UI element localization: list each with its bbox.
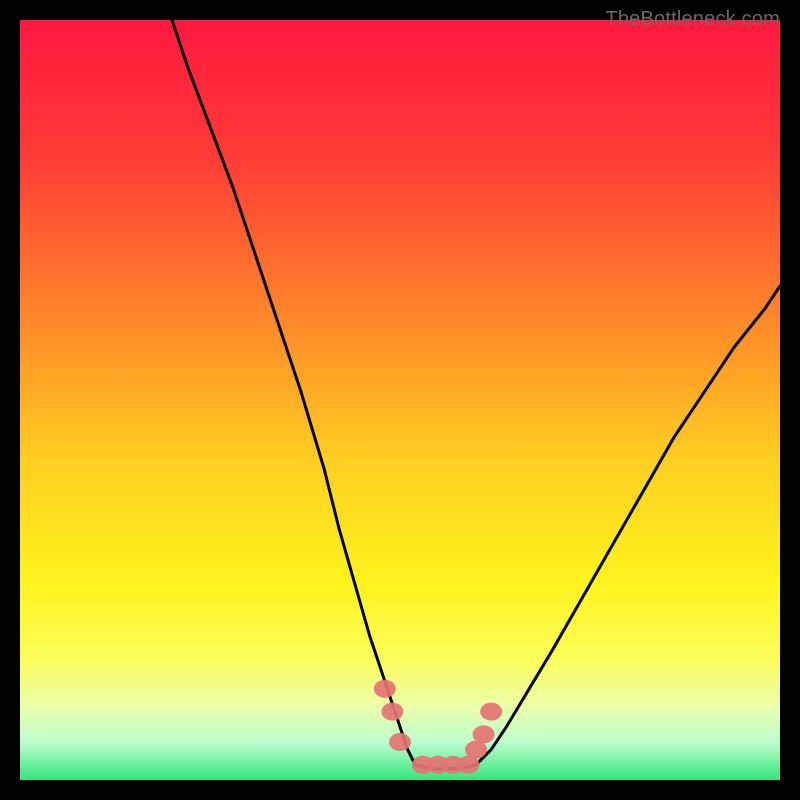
gradient-background — [20, 20, 780, 780]
marker-point — [381, 703, 403, 721]
marker-point — [374, 680, 396, 698]
marker-point — [389, 733, 411, 751]
marker-point — [480, 703, 502, 721]
marker-point — [473, 725, 495, 743]
plot-frame — [20, 20, 780, 780]
plot-svg — [20, 20, 780, 780]
